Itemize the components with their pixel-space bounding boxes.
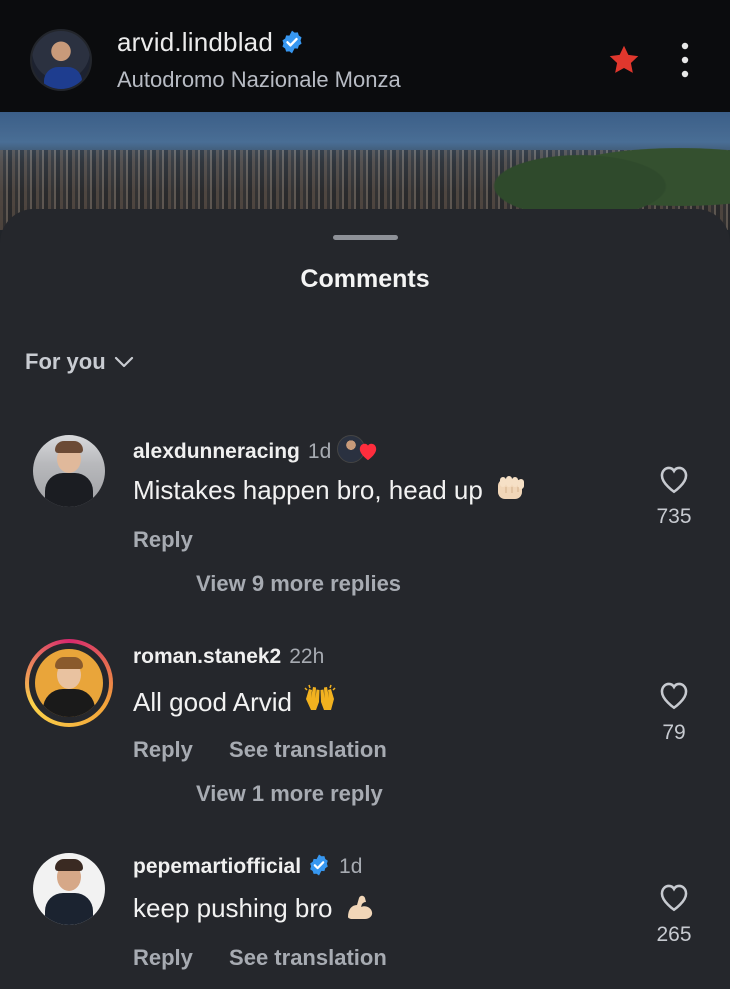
post-header: arvid.lindblad Autodromo Nazionale Monza [0,0,730,112]
comment-like: 79 [652,679,696,745]
commenter-avatar[interactable] [35,649,103,717]
see-translation-button[interactable]: See translation [229,945,387,970]
flexed-biceps-emoji-icon [347,895,372,919]
author-username-row[interactable]: arvid.lindblad [117,27,305,58]
liked-by-author-indicator [337,435,379,465]
comment-time: 22h [289,645,325,668]
reply-button[interactable]: Reply [133,527,193,552]
comment-actions: Reply See translation [133,945,417,971]
heart-outline-icon[interactable] [657,463,691,495]
comments-sheet: Comments For you alexdunneracing 1d Mist… [0,209,730,989]
raising-hands-emoji-icon [304,684,336,710]
comment-text-row: keep pushing bro [133,891,376,924]
like-count: 79 [662,721,686,744]
comment-text: Mistakes happen bro, head up [133,475,483,505]
filter-label: For you [25,349,106,374]
heart-outline-icon[interactable] [657,679,691,711]
comment-username[interactable]: alexdunneracing [133,440,300,463]
story-ring[interactable] [25,639,113,727]
chevron-down-icon [114,356,133,368]
heart-filled-icon [360,443,377,461]
comment-actions: Reply [133,527,223,553]
view-replies-button[interactable]: View 1 more reply [196,781,383,807]
comment-like: 735 [652,463,696,529]
heart-outline-icon[interactable] [657,881,691,913]
comment-text-row: Mistakes happen bro, head up [133,473,528,506]
comment-like: 265 [652,881,696,947]
reply-button[interactable]: Reply [133,945,193,970]
comment-text-row: All good Arvid [133,683,337,718]
commenter-avatar[interactable] [33,853,105,925]
view-replies-button[interactable]: View 9 more replies [196,571,401,597]
post-comments-screen: arvid.lindblad Autodromo Nazionale Monza… [0,0,730,989]
author-avatar[interactable] [30,29,92,91]
comment-time: 1d [307,440,332,463]
comment-username[interactable]: roman.stanek2 [133,645,281,668]
more-options-icon[interactable] [670,40,700,80]
like-count: 265 [656,923,692,946]
comment-username-row: roman.stanek2 22h [133,645,324,669]
comment-username-row: pepemartiofficial 1d [133,853,362,879]
comment-text: keep pushing bro [133,893,333,923]
favorite-star-icon[interactable] [606,42,642,78]
comment-username-row: alexdunneracing 1d [133,435,379,465]
see-translation-button[interactable]: See translation [229,737,387,762]
comment-time: 1d [339,855,363,878]
comment-actions: Reply See translation [133,737,417,763]
comment-filter-dropdown[interactable]: For you [25,349,134,375]
reply-button[interactable]: Reply [133,737,193,762]
fist-bump-emoji-icon [498,476,525,499]
verified-badge-icon [282,30,302,54]
like-count: 735 [656,505,692,528]
sheet-title: Comments [300,265,430,293]
verified-badge-icon [310,854,328,876]
sheet-drag-handle[interactable] [333,235,398,240]
comment-username[interactable]: pepemartiofficial [133,855,301,878]
author-username[interactable]: arvid.lindblad [117,27,273,57]
post-location[interactable]: Autodromo Nazionale Monza [117,67,401,93]
comment-text: All good Arvid [133,687,292,717]
commenter-avatar[interactable] [33,435,105,507]
